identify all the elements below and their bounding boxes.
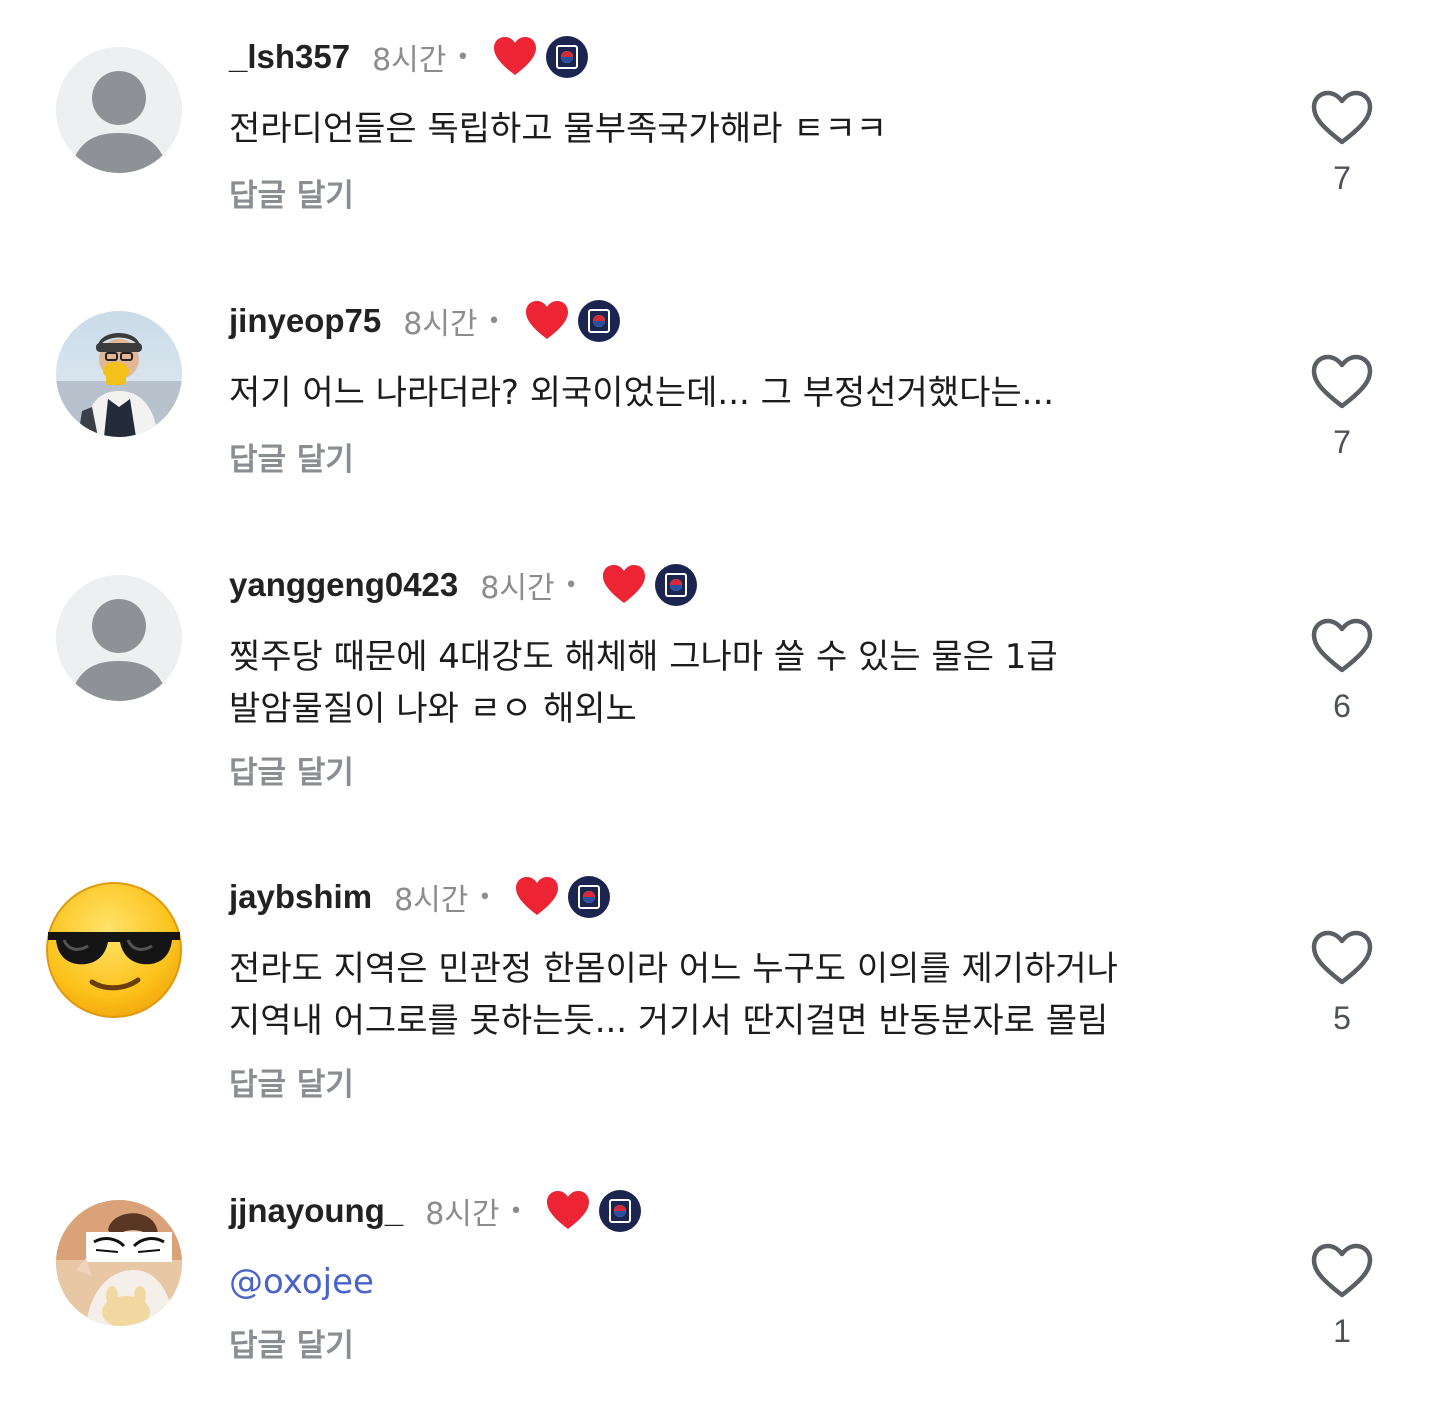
heart-outline-icon[interactable] xyxy=(1311,354,1373,410)
comment-time: 8시간 xyxy=(425,1197,500,1232)
heart-outline-icon[interactable] xyxy=(1311,930,1373,986)
username[interactable]: jjnayoung_ xyxy=(229,1192,403,1230)
default-avatar-icon xyxy=(56,575,182,701)
separator-dot: • xyxy=(487,308,501,334)
comment-text: 전라디언들은 독립하고 물부족국가해라 ㅌㅋㅋ xyxy=(229,109,888,149)
avatar[interactable] xyxy=(56,1200,182,1326)
like-button[interactable]: 1 xyxy=(1310,1243,1374,1350)
reply-button[interactable]: 답글 달기 xyxy=(229,1059,354,1104)
heart-outline-icon[interactable] xyxy=(1311,90,1373,146)
sunglasses-emoji-icon xyxy=(46,882,182,1018)
reply-button[interactable]: 답글 달기 xyxy=(229,747,354,792)
like-count: 6 xyxy=(1333,688,1351,724)
emblem-badge-icon xyxy=(568,876,611,918)
photo-avatar-icon xyxy=(56,1200,182,1326)
emblem-badge-icon xyxy=(546,36,589,78)
like-button[interactable]: 6 xyxy=(1310,618,1374,725)
like-count: 7 xyxy=(1333,160,1351,196)
avatar[interactable] xyxy=(56,311,182,437)
username[interactable]: yanggeng0423 xyxy=(229,566,458,604)
heart-badge-icon xyxy=(525,301,568,339)
heart-badge-icon xyxy=(547,1191,590,1229)
emblem-badge-icon xyxy=(654,564,697,606)
heart-badge-icon xyxy=(494,37,537,75)
comment-text: 찢주당 때문에 4대강도 해체해 그나마 쓸 수 있는 물은 1급 발암물질이 … xyxy=(229,637,1058,729)
separator-dot: • xyxy=(456,44,470,70)
comment-time: 8시간 xyxy=(394,883,469,918)
mention-link[interactable]: @oxojee xyxy=(229,1256,1239,1308)
username[interactable]: jinyeop75 xyxy=(229,302,381,340)
reply-button[interactable]: 답글 달기 xyxy=(229,170,354,215)
username[interactable]: _lsh357 xyxy=(229,38,350,76)
comment-time: 8시간 xyxy=(372,43,447,78)
separator-dot: • xyxy=(509,1198,523,1224)
reply-button[interactable]: 답글 달기 xyxy=(229,434,354,479)
heart-outline-icon[interactable] xyxy=(1311,1243,1373,1299)
emblem-badge-icon xyxy=(599,1190,642,1232)
heart-outline-icon[interactable] xyxy=(1311,618,1373,674)
comment-text: 전라도 지역은 민관정 한몸이라 어느 누구도 이의를 제기하거나 지역내 어그… xyxy=(229,949,1118,1041)
reply-button[interactable]: 답글 달기 xyxy=(229,1320,354,1365)
photo-avatar-icon xyxy=(56,311,182,437)
heart-badge-icon xyxy=(602,565,645,603)
comment-time: 8시간 xyxy=(480,571,555,606)
heart-badge-icon xyxy=(516,877,559,915)
separator-dot: • xyxy=(478,884,492,910)
like-button[interactable]: 7 xyxy=(1310,354,1374,461)
default-avatar-icon xyxy=(56,47,182,173)
username[interactable]: jaybshim xyxy=(229,878,372,916)
like-count: 5 xyxy=(1333,1000,1351,1036)
like-count: 7 xyxy=(1333,424,1351,460)
avatar[interactable] xyxy=(44,880,184,1020)
avatar[interactable] xyxy=(56,47,182,173)
emblem-badge-icon xyxy=(577,300,620,342)
comment-text: 저기 어느 나라더라? 외국이었는데... 그 부정선거했다는... xyxy=(229,373,1055,413)
like-count: 1 xyxy=(1333,1313,1351,1349)
like-button[interactable]: 5 xyxy=(1310,930,1374,1037)
like-button[interactable]: 7 xyxy=(1310,90,1374,197)
separator-dot: • xyxy=(564,572,578,598)
comment-time: 8시간 xyxy=(403,307,478,342)
avatar[interactable] xyxy=(56,575,182,701)
